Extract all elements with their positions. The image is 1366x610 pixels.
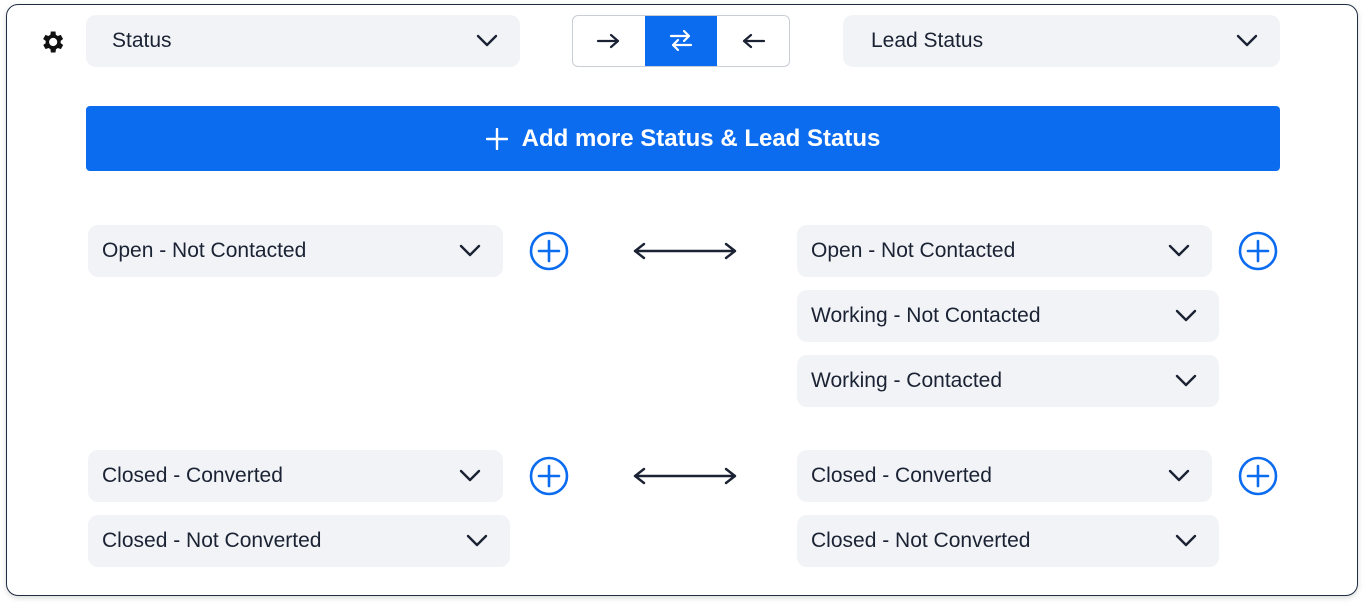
add-left-value-button[interactable] bbox=[529, 231, 569, 271]
left-arrow-icon bbox=[742, 33, 766, 49]
right-value-label: Closed - Not Converted bbox=[811, 529, 1031, 552]
chevron-down-icon bbox=[476, 34, 498, 47]
target-field-value: Lead Status bbox=[871, 29, 984, 52]
add-right-value-button[interactable] bbox=[1238, 231, 1278, 271]
add-left-value-button[interactable] bbox=[529, 456, 569, 496]
chevron-down-icon bbox=[1236, 34, 1258, 47]
chevron-down-icon bbox=[459, 244, 481, 257]
right-value-label: Working - Not Contacted bbox=[811, 304, 1041, 327]
left-value-select[interactable]: Closed - Converted bbox=[88, 450, 503, 502]
direction-right-button[interactable] bbox=[573, 16, 645, 66]
plus-icon bbox=[485, 127, 508, 150]
bidirectional-arrow-icon bbox=[633, 467, 737, 485]
right-value-label: Open - Not Contacted bbox=[811, 239, 1016, 262]
chevron-down-icon bbox=[459, 469, 481, 482]
add-mapping-button[interactable]: Add more Status & Lead Status bbox=[86, 106, 1280, 171]
add-right-value-button[interactable] bbox=[1238, 456, 1278, 496]
right-value-select[interactable]: Closed - Converted bbox=[797, 450, 1212, 502]
direction-both-button[interactable] bbox=[645, 16, 717, 66]
left-value-label: Open - Not Contacted bbox=[102, 239, 307, 262]
sync-direction-toggle bbox=[572, 15, 790, 67]
right-arrow-icon bbox=[596, 33, 620, 49]
direction-left-button[interactable] bbox=[717, 16, 789, 66]
right-value-select[interactable]: Working - Not Contacted bbox=[797, 290, 1219, 342]
gear-icon[interactable] bbox=[38, 28, 66, 56]
left-value-label: Closed - Converted bbox=[102, 464, 283, 487]
right-value-select[interactable]: Working - Contacted bbox=[797, 355, 1219, 407]
left-value-label: Closed - Not Converted bbox=[102, 529, 322, 552]
right-value-select[interactable]: Open - Not Contacted bbox=[797, 225, 1212, 277]
source-field-select[interactable]: Status bbox=[86, 15, 520, 67]
chevron-down-icon bbox=[1168, 244, 1190, 257]
sync-arrows-icon bbox=[669, 29, 693, 52]
chevron-down-icon bbox=[466, 534, 488, 547]
target-field-select[interactable]: Lead Status bbox=[843, 15, 1280, 67]
left-value-select[interactable]: Closed - Not Converted bbox=[88, 515, 510, 567]
right-value-select[interactable]: Closed - Not Converted bbox=[797, 515, 1219, 567]
add-mapping-label: Add more Status & Lead Status bbox=[521, 124, 881, 152]
chevron-down-icon bbox=[1168, 469, 1190, 482]
right-value-label: Closed - Converted bbox=[811, 464, 992, 487]
source-field-value: Status bbox=[112, 29, 172, 52]
bidirectional-arrow-icon bbox=[633, 242, 737, 260]
right-value-label: Working - Contacted bbox=[811, 369, 1003, 392]
chevron-down-icon bbox=[1175, 309, 1197, 322]
chevron-down-icon bbox=[1175, 534, 1197, 547]
left-value-select[interactable]: Open - Not Contacted bbox=[88, 225, 503, 277]
chevron-down-icon bbox=[1175, 374, 1197, 387]
